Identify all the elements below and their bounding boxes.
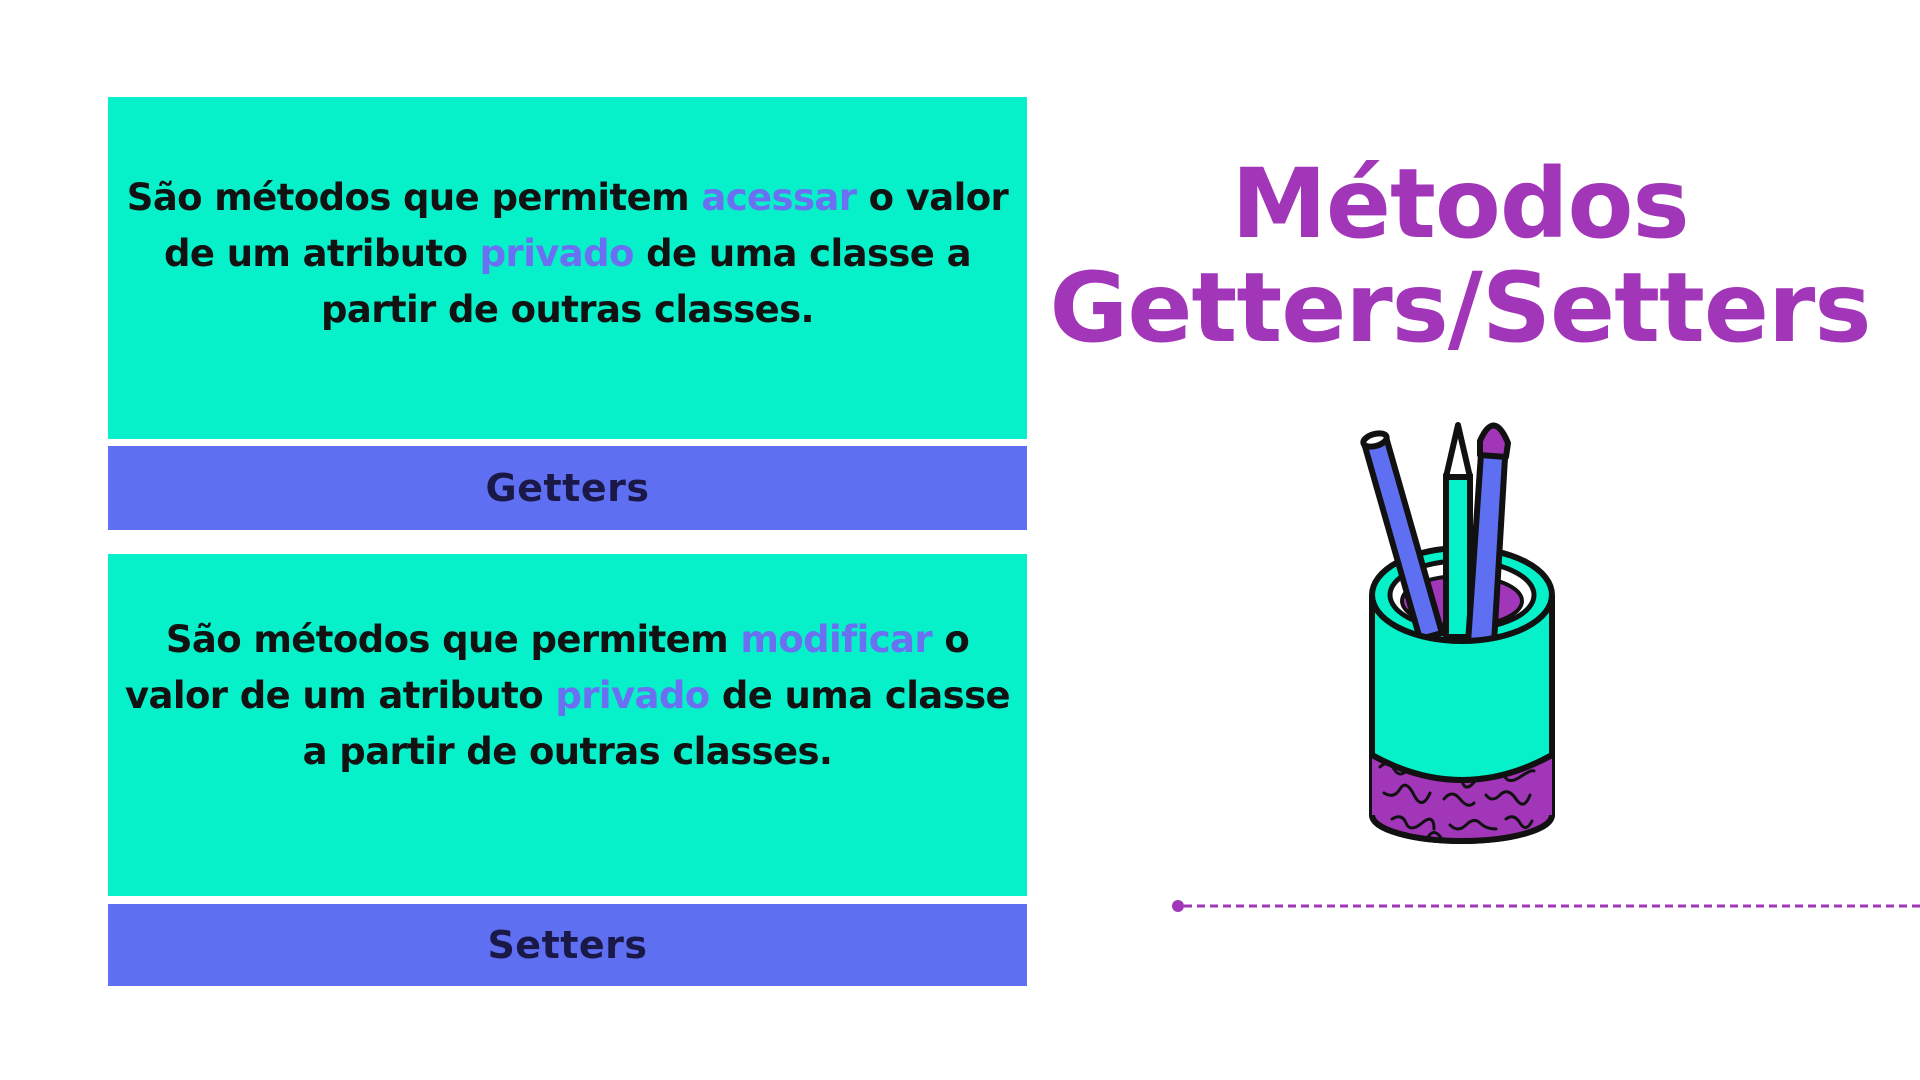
slide: São métodos que permitem acessar o valor…: [0, 0, 1920, 1080]
setters-desc-text-1: São métodos que permitem: [165, 618, 741, 661]
setters-description: São métodos que permitem modificar o val…: [118, 612, 1017, 780]
setters-label: Setters: [487, 923, 648, 967]
getters-desc-text-1: São métodos que permitem: [126, 176, 702, 219]
setters-keyword-privado: privado: [555, 674, 710, 717]
setters-label-bar: Setters: [108, 904, 1027, 986]
getters-label-bar: Getters: [108, 446, 1027, 530]
getters-description-card: São métodos que permitem acessar o valor…: [108, 97, 1027, 439]
title-line-1: Métodos: [1231, 148, 1689, 260]
page-title: Métodos Getters/Setters: [1040, 152, 1880, 360]
dotted-connector-line: [1172, 900, 1920, 912]
getters-label: Getters: [485, 466, 650, 510]
getters-keyword-acessar: acessar: [701, 176, 857, 219]
getters-keyword-privado: privado: [479, 232, 635, 275]
setters-keyword-modificar: modificar: [740, 618, 933, 661]
setters-description-card: São métodos que permitem modificar o val…: [108, 554, 1027, 896]
title-line-2: Getters/Setters: [1049, 252, 1872, 364]
getters-description: São métodos que permitem acessar o valor…: [118, 170, 1017, 338]
pencil-cup-icon: [1360, 422, 1555, 844]
